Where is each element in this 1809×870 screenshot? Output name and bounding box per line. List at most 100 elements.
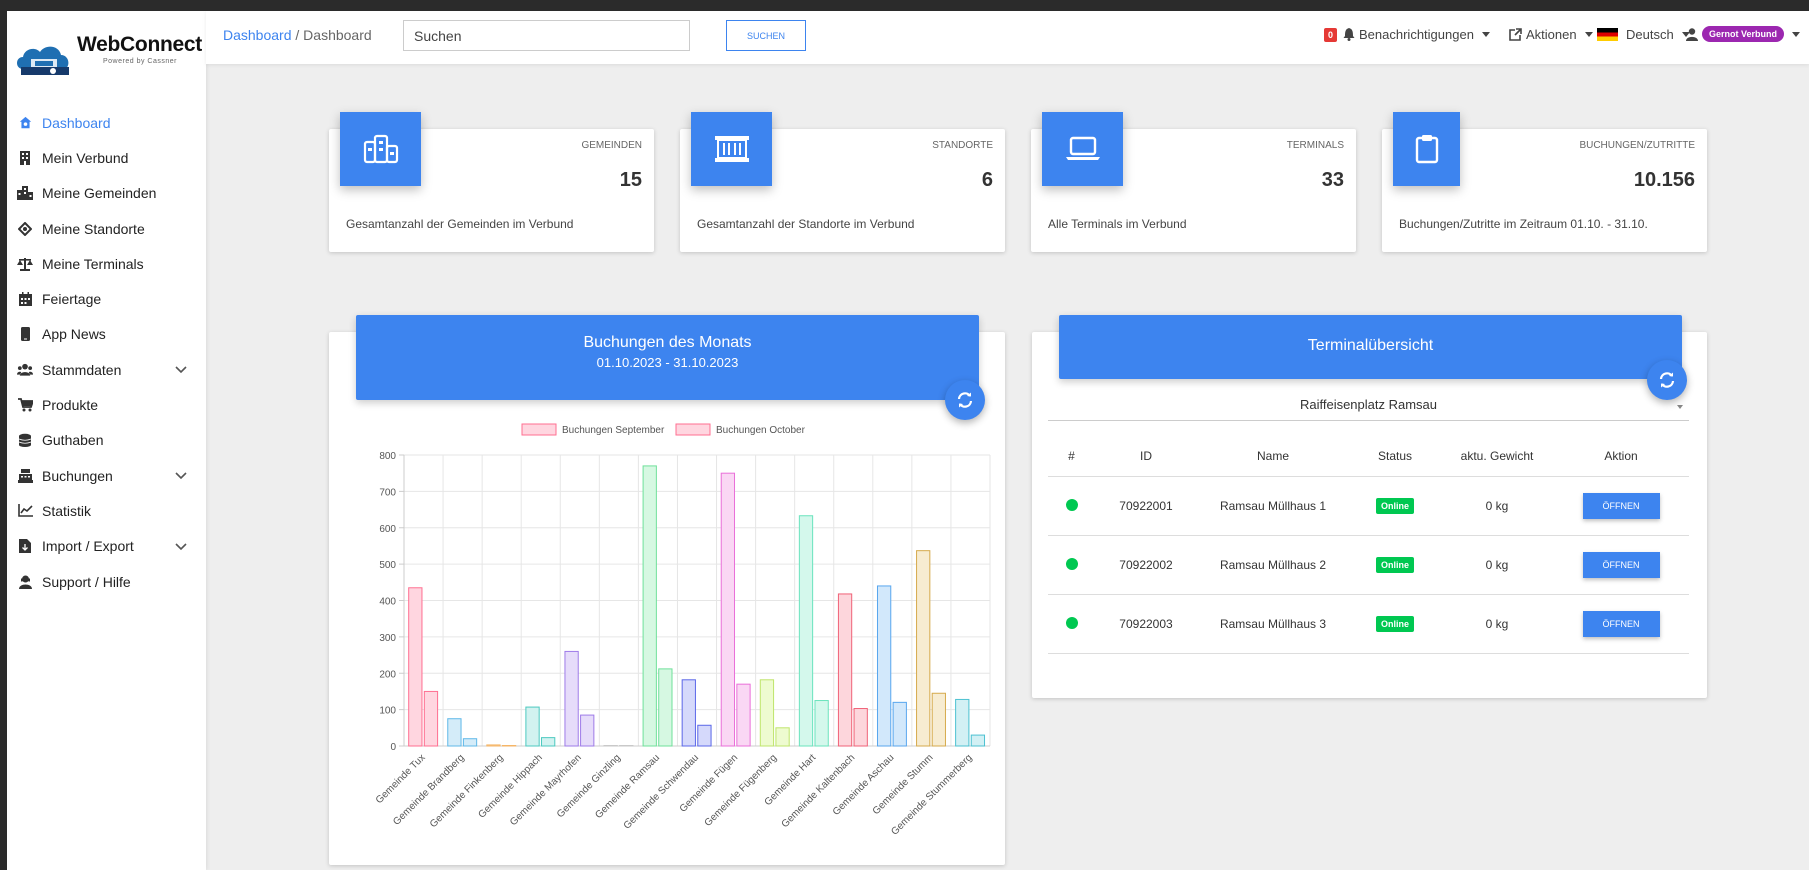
x-tick-label: Gemeinde Stummerberg — [889, 752, 974, 837]
terminal-id: 70922003 — [1095, 594, 1197, 654]
sidebar-item-meine-gemeinden[interactable]: Meine Gemeinden — [7, 176, 206, 211]
notification-count-badge: 0 — [1324, 27, 1338, 42]
breadcrumb-current: Dashboard — [303, 27, 372, 43]
y-tick-label: 600 — [379, 524, 396, 535]
y-tick-label: 700 — [379, 487, 396, 498]
caret-down-icon — [1481, 32, 1490, 37]
status-dot-cell — [1048, 594, 1095, 654]
sidebar-item-statistik[interactable]: Statistik — [7, 493, 206, 528]
notifications-menu[interactable]: 0 Benachrichtigungen — [1324, 27, 1490, 42]
terminal-refresh-button[interactable] — [1647, 360, 1687, 400]
scale-icon — [17, 256, 33, 272]
caret-down-icon — [1677, 405, 1683, 409]
bar-october — [931, 692, 946, 747]
action-cell: ÖFFNEN — [1553, 476, 1689, 536]
sidebar-item-support-hilfe[interactable]: Support / Hilfe — [7, 564, 206, 599]
caret-down-icon — [1792, 31, 1801, 37]
terminal-table: # ID Name Status aktu. Gewicht Aktion 70… — [1048, 436, 1689, 654]
terminal-panel-title: Terminalübersicht — [1307, 337, 1434, 354]
open-button[interactable]: ÖFFNEN — [1582, 552, 1660, 578]
open-button[interactable]: ÖFFNEN — [1582, 611, 1660, 637]
sidebar-item-mein-verbund[interactable]: Mein Verbund — [7, 140, 206, 175]
breadcrumb-link-dashboard[interactable]: Dashboard — [223, 27, 292, 43]
chevron-down-icon[interactable] — [174, 362, 188, 376]
sidebar-item-meine-standorte[interactable]: Meine Standorte — [7, 211, 206, 246]
sidebar-item-label: Mein Verbund — [42, 149, 129, 166]
user-icon — [1686, 27, 1698, 41]
dashboard-icon — [17, 115, 33, 131]
bar-october — [736, 683, 751, 747]
sidebar-item-guthaben[interactable]: Guthaben — [7, 423, 206, 458]
chevron-down-icon[interactable] — [174, 539, 188, 553]
actions-label: Aktionen — [1526, 27, 1577, 42]
stat-value: 33 — [1321, 169, 1344, 191]
bar-october — [462, 738, 478, 747]
brand-subtitle: Powered by Cassner — [103, 58, 177, 65]
actions-menu[interactable]: Aktionen — [1509, 27, 1593, 42]
online-dot — [1065, 557, 1078, 570]
y-tick-label: 300 — [379, 633, 396, 644]
sidebar-item-dashboard[interactable]: Dashboard — [7, 105, 206, 140]
stat-card-buchungen: BUCHUNGEN/ZUTRITTE 10.156 Buchungen/Zutr… — [1382, 112, 1707, 252]
sidebar: WebConnect Powered by Cassner Dashboard … — [7, 11, 206, 870]
terminal-name: Ramsau Müllhaus 2 — [1197, 535, 1349, 595]
breadcrumb: Dashboard / Dashboard — [223, 27, 372, 43]
stat-label: TERMINALS — [1286, 140, 1344, 151]
x-tick-label: Gemeinde Finkenberg — [428, 752, 506, 830]
bookings-panel: 0 100 200 300 400 500 600 700 800 Gemeinde Tux Gem… — [329, 332, 1005, 865]
location-select[interactable]: Raiffeisenplatz Ramsau — [1048, 392, 1689, 421]
bar-september — [837, 593, 853, 747]
search-button[interactable]: SUCHEN — [726, 20, 806, 51]
chart-line-icon — [17, 503, 33, 519]
column-header: # — [1048, 436, 1095, 477]
bar-september — [720, 472, 736, 747]
sidebar-item-stammdaten[interactable]: Stammdaten — [7, 352, 206, 387]
y-tick-label: 200 — [379, 669, 396, 680]
terminal-name: Ramsau Müllhaus 3 — [1197, 594, 1349, 654]
building-icon — [17, 150, 33, 166]
brand-title: WebConnect — [77, 33, 202, 56]
sidebar-item-produkte[interactable]: Produkte — [7, 387, 206, 422]
bar-september — [955, 698, 970, 747]
terminal-weight: 0 kg — [1441, 476, 1553, 536]
sidebar-item-import-export[interactable]: Import / Export — [7, 529, 206, 564]
y-tick-label: 100 — [379, 706, 396, 717]
bookings-refresh-button[interactable] — [945, 380, 985, 420]
bar-september — [642, 465, 657, 747]
chevron-down-icon[interactable] — [174, 468, 188, 482]
bookings-panel-subtitle: 01.10.2023 - 31.10.2023 — [596, 355, 739, 370]
sidebar-item-meine-terminals[interactable]: Meine Terminals — [7, 246, 206, 281]
y-tick-label: 400 — [379, 597, 396, 608]
bar-september — [447, 718, 462, 747]
search-input[interactable] — [403, 20, 690, 51]
online-dot — [1065, 616, 1078, 629]
breadcrumb-separator: / — [291, 27, 304, 43]
legend-label: Buchungen October — [716, 425, 806, 436]
legend-swatch — [521, 423, 557, 436]
stat-description: Alle Terminals im Verbund — [1048, 217, 1187, 231]
sidebar-item-label: App News — [42, 326, 106, 343]
sidebar-item-label: Meine Terminals — [42, 255, 144, 272]
bell-icon — [1343, 28, 1355, 41]
language-menu[interactable]: Deutsch — [1597, 27, 1690, 42]
file-import-icon — [17, 538, 33, 554]
stat-label: BUCHUNGEN/ZUTRITTE — [1579, 140, 1695, 151]
calendar-icon — [17, 291, 33, 307]
language-label: Deutsch — [1626, 27, 1674, 42]
refresh-icon — [957, 392, 973, 408]
register-icon — [17, 468, 33, 484]
sidebar-item-feiertage[interactable]: Feiertage — [7, 281, 206, 316]
sidebar-item-buchungen[interactable]: Buchungen — [7, 458, 206, 493]
location-select-value: Raiffeisenplatz Ramsau — [1299, 397, 1438, 412]
column-header: aktu. Gewicht — [1441, 436, 1553, 477]
table-row: 70922002 Ramsau Müllhaus 2 Online 0 kg Ö… — [1048, 535, 1689, 595]
logo[interactable]: WebConnect Powered by Cassner — [13, 31, 203, 81]
user-menu[interactable]: Gernot Verbund — [1686, 26, 1801, 42]
sidebar-item-app-news[interactable]: App News — [7, 317, 206, 352]
laptop-icon — [1042, 112, 1123, 186]
x-tick-label: Gemeinde Kaltenbach — [780, 752, 858, 830]
city-icon — [340, 112, 421, 186]
open-button[interactable]: ÖFFNEN — [1582, 493, 1660, 519]
table-header-row: # ID Name Status aktu. Gewicht Aktion — [1048, 436, 1689, 477]
terminal-panel-header: Terminalübersicht — [1059, 315, 1682, 379]
